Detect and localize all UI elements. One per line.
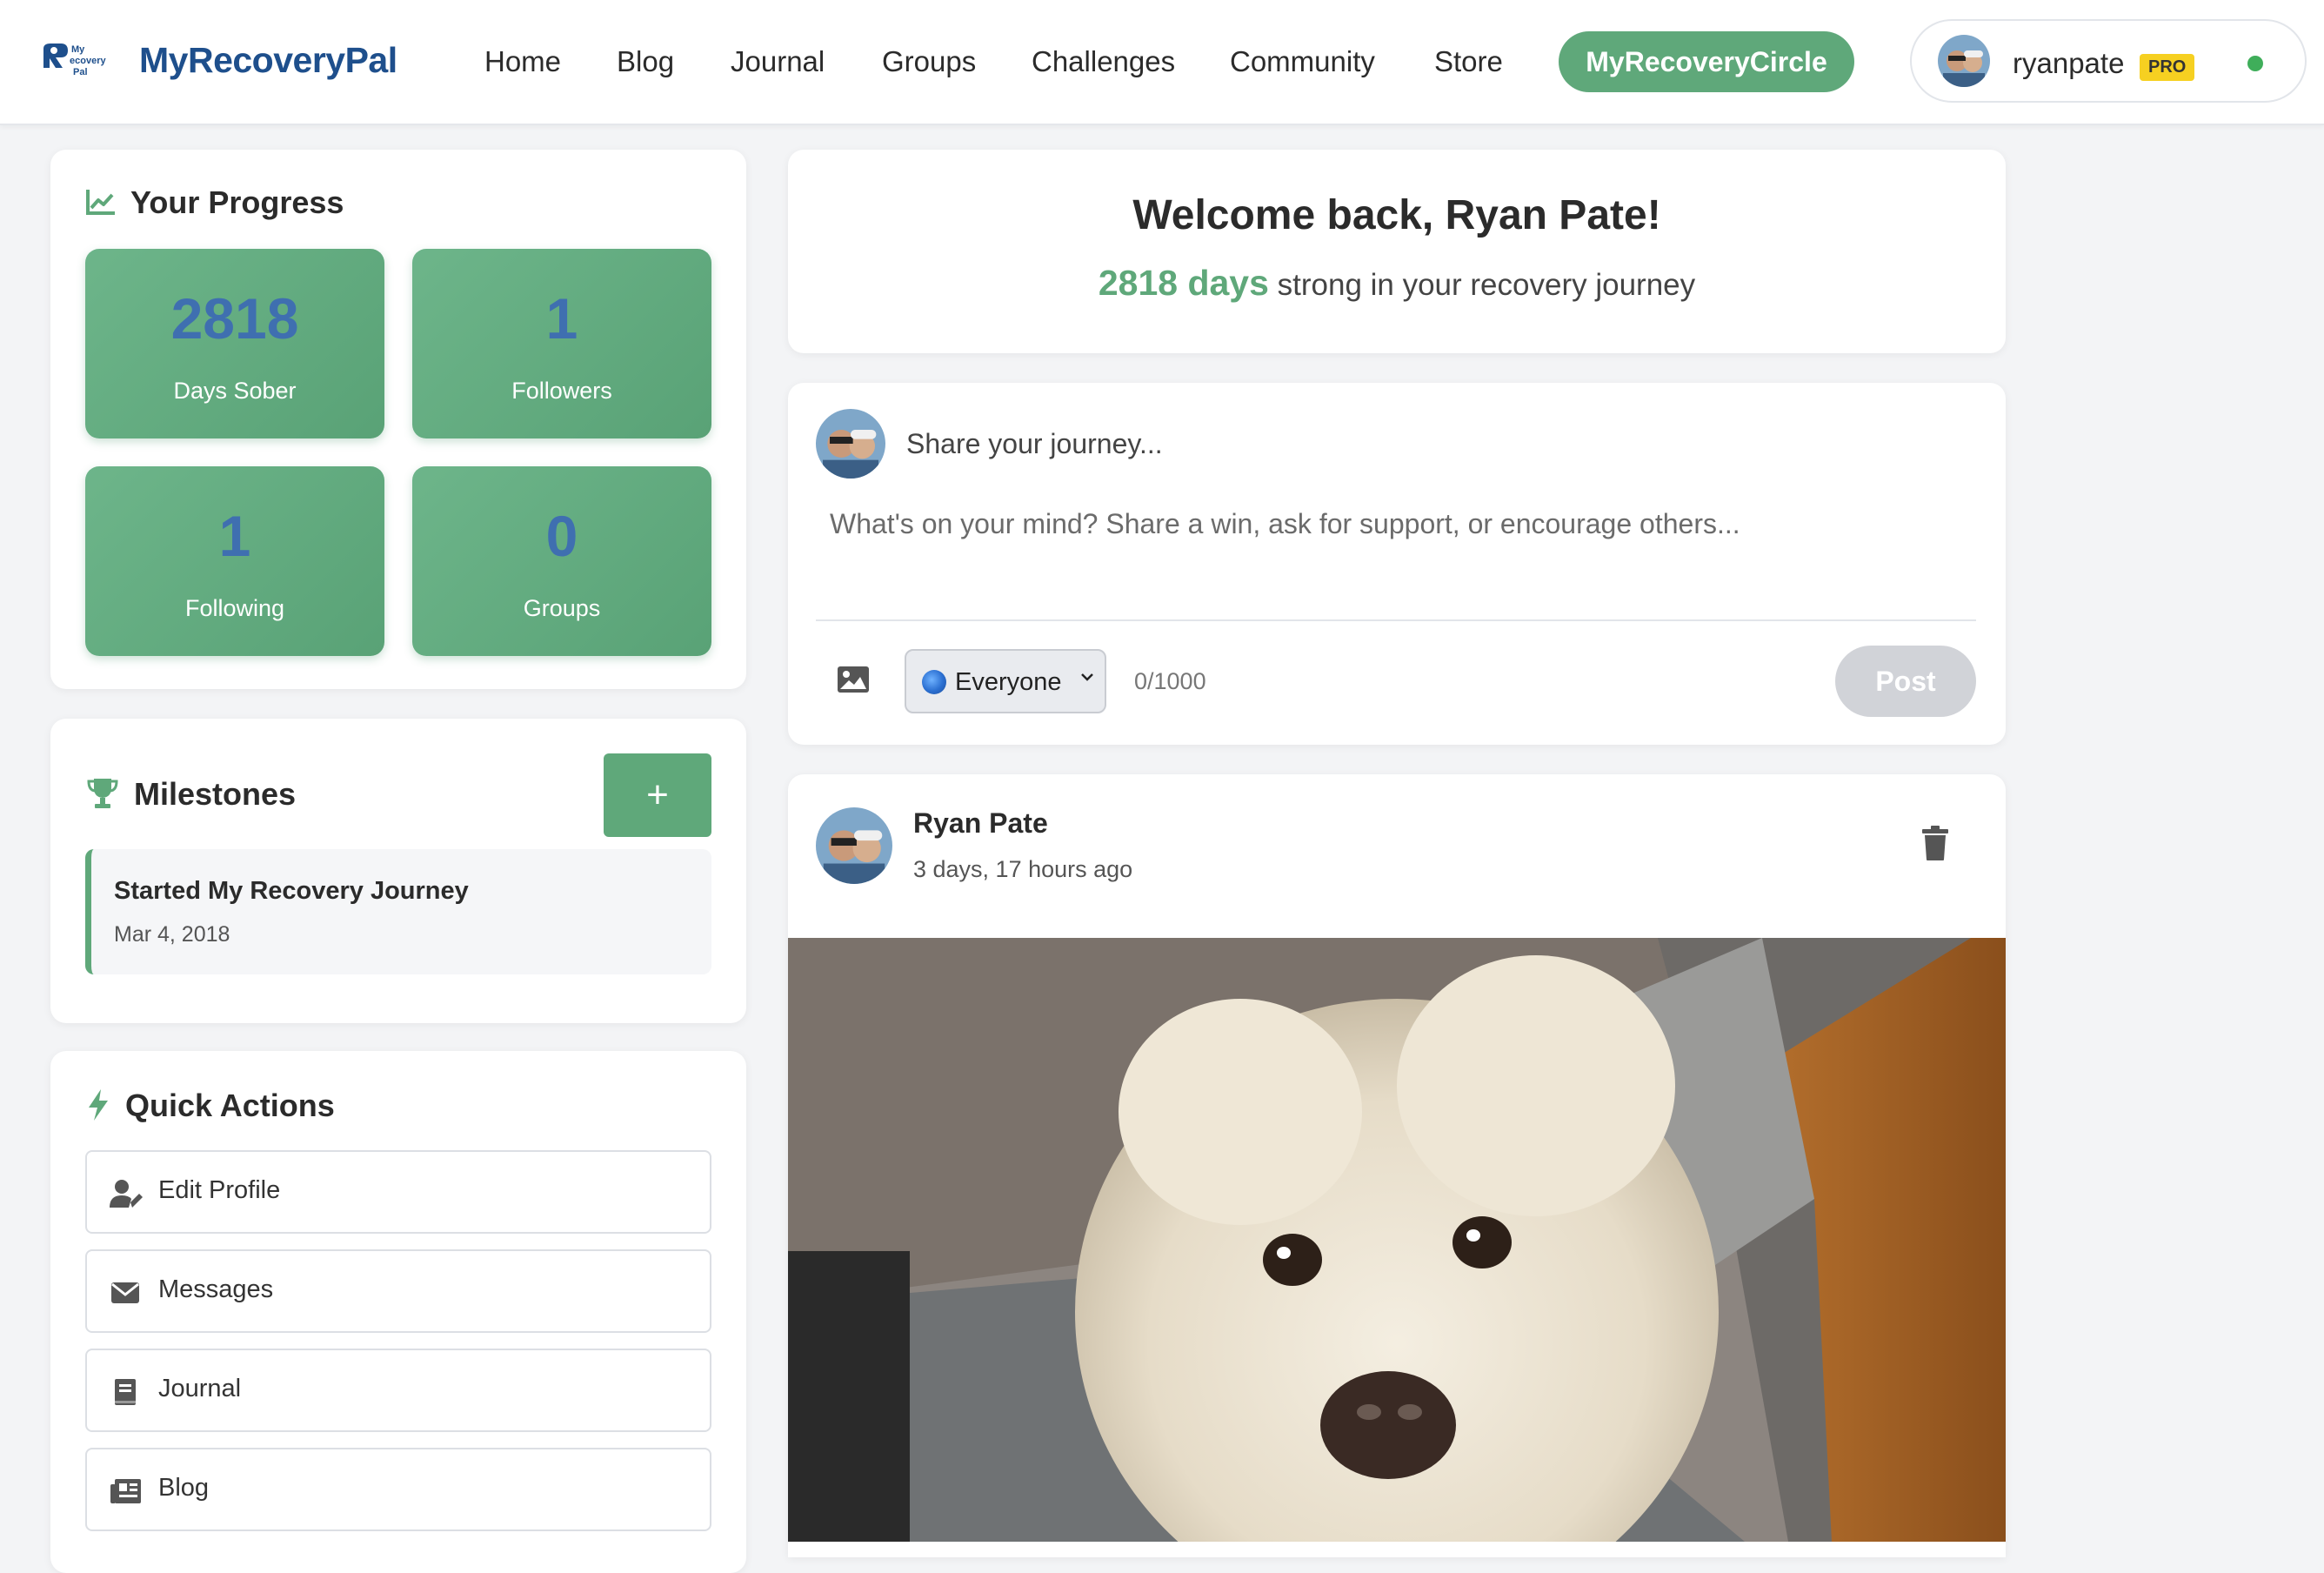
welcome-card — [788, 150, 2006, 353]
edit-profile-label: Edit Profile — [158, 1176, 281, 1204]
audience-value: Everyone — [955, 668, 1062, 696]
composer-prompt: Share your journey... — [906, 428, 1163, 459]
journal-button[interactable]: Journal — [85, 1349, 711, 1432]
book-icon — [110, 1376, 144, 1408]
delete-post-icon[interactable] — [1920, 825, 1950, 861]
progress-title: Your Progress — [130, 184, 344, 220]
messages-label: Messages — [158, 1275, 274, 1303]
post-button[interactable]: Post — [1835, 646, 1976, 717]
nav-community[interactable]: Community — [1230, 45, 1375, 78]
image-upload-icon[interactable] — [837, 665, 870, 694]
brand-name[interactable]: MyRecoveryPal — [139, 40, 397, 81]
nav-home[interactable]: Home — [484, 45, 561, 78]
user-edit-icon — [110, 1178, 144, 1209]
avatar — [816, 409, 885, 479]
online-status-dot — [2247, 56, 2263, 71]
character-count: 0/1000 — [1134, 668, 1206, 694]
stat-value: 1 — [218, 504, 251, 568]
add-milestone-button[interactable]: + — [604, 753, 711, 837]
avatar[interactable] — [816, 807, 892, 884]
username: ryanpate — [2013, 47, 2125, 79]
audience-select[interactable]: Everyone — [905, 649, 1106, 713]
stat-following[interactable]: 1 Following — [85, 466, 384, 656]
stat-days-sober: 2818 Days Sober — [85, 249, 384, 438]
chevron-down-icon — [1080, 670, 1094, 684]
user-menu[interactable]: ryanpate PRO — [1910, 19, 2307, 103]
post-author[interactable]: Ryan Pate — [913, 807, 1048, 840]
envelope-icon — [110, 1277, 144, 1309]
svg-text:ecovery: ecovery — [70, 56, 106, 66]
stat-label: Days Sober — [173, 378, 297, 404]
bolt-icon — [85, 1088, 111, 1122]
stat-value: 2818 — [170, 286, 299, 351]
nav-groups[interactable]: Groups — [882, 45, 976, 78]
days-count: 2818 days — [1098, 263, 1269, 303]
quick-actions-title: Quick Actions — [125, 1088, 335, 1123]
avatar — [1938, 35, 1990, 87]
welcome-title: Welcome back, Ryan Pate! — [1132, 192, 1661, 238]
nav-blog[interactable]: Blog — [617, 45, 674, 78]
blog-button[interactable]: Blog — [85, 1448, 711, 1531]
messages-button[interactable]: Messages — [85, 1249, 711, 1333]
my-recovery-circle-button[interactable]: MyRecoveryCircle — [1559, 31, 1854, 92]
progress-card: Your Progress 2818 Days Sober 1 Follower… — [50, 150, 746, 689]
milestone-title: Started My Recovery Journey — [114, 877, 469, 905]
milestones-title: Milestones — [134, 776, 297, 812]
post-image[interactable] — [788, 938, 2006, 1542]
svg-text:Pal: Pal — [73, 67, 88, 77]
stat-followers[interactable]: 1 Followers — [412, 249, 711, 438]
milestone-date: Mar 4, 2018 — [114, 922, 230, 947]
journal-label: Journal — [158, 1375, 242, 1402]
welcome-subtitle-text: strong in your recovery journey — [1268, 268, 1696, 302]
stat-value: 0 — [545, 504, 578, 568]
blog-label: Blog — [158, 1474, 210, 1502]
stat-label: Following — [184, 595, 285, 621]
nav-challenges[interactable]: Challenges — [1032, 45, 1175, 78]
nav-journal[interactable]: Journal — [731, 45, 825, 78]
stat-label: Groups — [523, 595, 601, 621]
welcome-subtitle: 2818 days strong in your recovery journe… — [788, 263, 2006, 304]
post-text-input[interactable] — [816, 491, 1976, 621]
stat-value: 1 — [545, 286, 578, 351]
milestone-item[interactable]: Started My Recovery Journey Mar 4, 2018 — [85, 849, 711, 974]
post-timestamp: 3 days, 17 hours ago — [913, 856, 1133, 882]
svg-text:My: My — [71, 44, 85, 55]
stat-label: Followers — [511, 378, 612, 404]
chart-line-icon — [85, 188, 117, 216]
logo-icon[interactable]: My ecovery Pal — [38, 42, 117, 85]
globe-icon — [922, 670, 946, 694]
trophy-icon — [85, 776, 120, 811]
nav-store[interactable]: Store — [1434, 45, 1503, 78]
edit-profile-button[interactable]: Edit Profile — [85, 1150, 711, 1234]
newspaper-icon — [110, 1476, 144, 1507]
pro-badge: PRO — [2140, 54, 2195, 81]
top-navigation-bar: My ecovery Pal MyRecoveryPal Home Blog J… — [0, 0, 2324, 125]
stat-groups[interactable]: 0 Groups — [412, 466, 711, 656]
